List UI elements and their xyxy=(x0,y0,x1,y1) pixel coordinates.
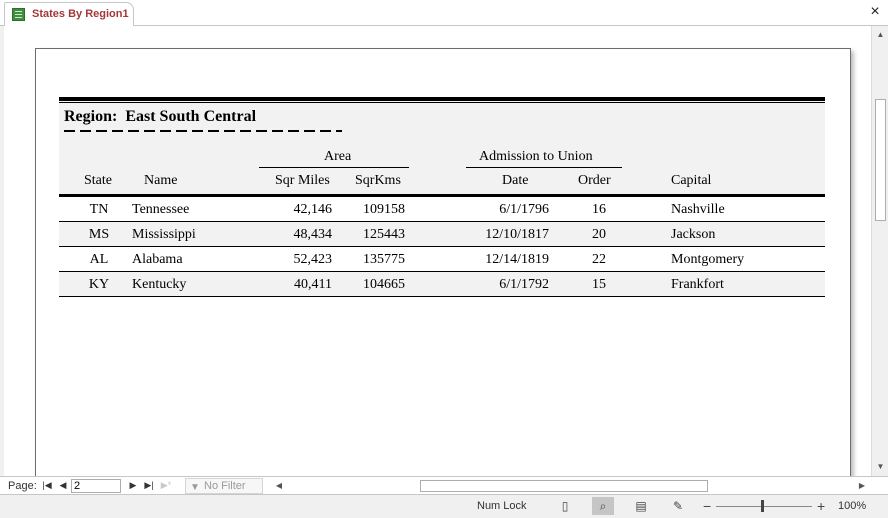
zoom-in-icon[interactable]: + xyxy=(817,498,825,514)
cell-date: 12/14/1819 xyxy=(485,252,549,267)
region-heading: Region: East South Central xyxy=(64,108,256,126)
no-filter-label: No Filter xyxy=(204,480,246,492)
report-preview-area: Region: East South Central Area Admission… xyxy=(4,26,871,476)
cell-sqkms: 109158 xyxy=(363,202,405,217)
cell-capital: Nashville xyxy=(671,202,725,217)
cell-capital: Montgomery xyxy=(671,252,745,267)
report-view-icon[interactable]: ▯ xyxy=(554,497,576,515)
tab-states-by-region[interactable]: States By Region1 xyxy=(4,2,134,26)
previous-page-icon[interactable]: ◀ xyxy=(57,479,69,492)
table-row: AL Alabama 52,423 135775 12/14/1819 22 M… xyxy=(59,247,825,272)
cell-sqmiles: 48,434 xyxy=(293,227,333,242)
zoom-slider-track[interactable] xyxy=(716,506,812,507)
horizontal-scroll-thumb[interactable] xyxy=(420,480,708,492)
report-page: Region: East South Central Area Admission… xyxy=(35,48,851,476)
cell-capital: Jackson xyxy=(671,227,716,242)
cell-state: MS xyxy=(88,227,110,242)
cell-order: 20 xyxy=(592,227,606,242)
region-value: East South Central xyxy=(125,108,257,125)
col-header-state: State xyxy=(84,173,112,188)
table-row: KY Kentucky 40,411 104665 6/1/1792 15 Fr… xyxy=(59,272,825,297)
col-header-order: Order xyxy=(578,173,611,188)
group-header: Region: East South Central Area Admission… xyxy=(59,97,825,194)
first-page-icon[interactable]: |◀ xyxy=(41,479,53,492)
cell-date: 12/10/1817 xyxy=(485,227,549,242)
close-icon[interactable]: × xyxy=(868,4,882,20)
col-header-capital: Capital xyxy=(671,173,712,188)
region-underline xyxy=(64,130,342,132)
cell-sqkms: 104665 xyxy=(363,277,405,292)
filter-icon: ▼ xyxy=(190,482,200,493)
cell-date: 6/1/1796 xyxy=(499,202,549,217)
zoom-level[interactable]: 100% xyxy=(838,500,866,512)
cell-state: KY xyxy=(88,277,110,292)
cell-name: Mississippi xyxy=(132,227,196,242)
status-bar: Num Lock ▯ ⌕ ▤ ✎ − + 100% xyxy=(0,495,888,518)
cell-sqkms: 125443 xyxy=(363,227,405,242)
header-rule xyxy=(59,102,825,103)
cell-order: 15 xyxy=(592,277,606,292)
page-navigation-bar: Page: |◀ ◀ 2 ▶ ▶| ▶* ▼ No Filter ◀ ▶ xyxy=(0,476,888,495)
area-group-rule xyxy=(259,167,409,168)
table-row: TN Tennessee 42,146 109158 6/1/1796 16 N… xyxy=(59,197,825,222)
cell-name: Tennessee xyxy=(132,202,190,217)
cell-state: TN xyxy=(89,202,109,217)
cell-name: Alabama xyxy=(132,252,183,267)
scroll-down-icon[interactable]: ▼ xyxy=(875,462,886,472)
col-header-date: Date xyxy=(502,173,529,188)
cell-state: AL xyxy=(89,252,109,267)
vertical-scrollbar[interactable]: ▲ ▼ xyxy=(871,26,888,476)
area-group-header: Area xyxy=(324,149,352,164)
report-icon xyxy=(12,8,25,21)
admission-group-header: Admission to Union xyxy=(479,149,593,164)
cell-order: 16 xyxy=(592,202,606,217)
col-header-sqmiles: Sqr Miles xyxy=(275,173,330,188)
table-row: MS Mississippi 48,434 125443 12/10/1817 … xyxy=(59,222,825,247)
col-header-sqkms: SqrKms xyxy=(355,173,401,188)
scroll-up-icon[interactable]: ▲ xyxy=(875,30,886,40)
print-preview-icon[interactable]: ⌕ xyxy=(592,497,614,515)
report-body: Region: East South Central Area Admission… xyxy=(59,97,825,297)
layout-view-icon[interactable]: ▤ xyxy=(630,497,652,515)
vertical-scroll-thumb[interactable] xyxy=(875,99,886,221)
tab-label: States By Region1 xyxy=(32,8,129,20)
scroll-right-icon[interactable]: ▶ xyxy=(856,479,868,492)
region-label: Region: xyxy=(64,108,118,125)
cell-sqmiles: 42,146 xyxy=(293,202,333,217)
col-header-name: Name xyxy=(144,173,178,188)
last-page-icon[interactable]: ▶| xyxy=(143,479,155,492)
cell-order: 22 xyxy=(592,252,606,267)
zoom-slider-thumb[interactable] xyxy=(761,500,764,512)
no-filter-button[interactable]: ▼ No Filter xyxy=(185,478,263,494)
next-page-icon[interactable]: ▶ xyxy=(127,479,139,492)
num-lock-indicator: Num Lock xyxy=(477,500,527,512)
page-label: Page: xyxy=(8,480,37,492)
new-record-icon: ▶* xyxy=(160,480,172,490)
cell-sqkms: 135775 xyxy=(363,252,405,267)
design-view-icon[interactable]: ✎ xyxy=(667,497,689,515)
cell-sqmiles: 52,423 xyxy=(293,252,333,267)
document-tab-bar: States By Region1 × xyxy=(0,0,888,26)
cell-date: 6/1/1792 xyxy=(499,277,549,292)
cell-sqmiles: 40,411 xyxy=(294,277,332,292)
cell-name: Kentucky xyxy=(132,277,187,292)
scroll-left-icon[interactable]: ◀ xyxy=(273,479,285,492)
zoom-out-icon[interactable]: − xyxy=(703,498,711,514)
cell-capital: Frankfort xyxy=(671,277,724,292)
page-number-input[interactable]: 2 xyxy=(71,479,121,493)
admission-group-rule xyxy=(466,167,622,168)
